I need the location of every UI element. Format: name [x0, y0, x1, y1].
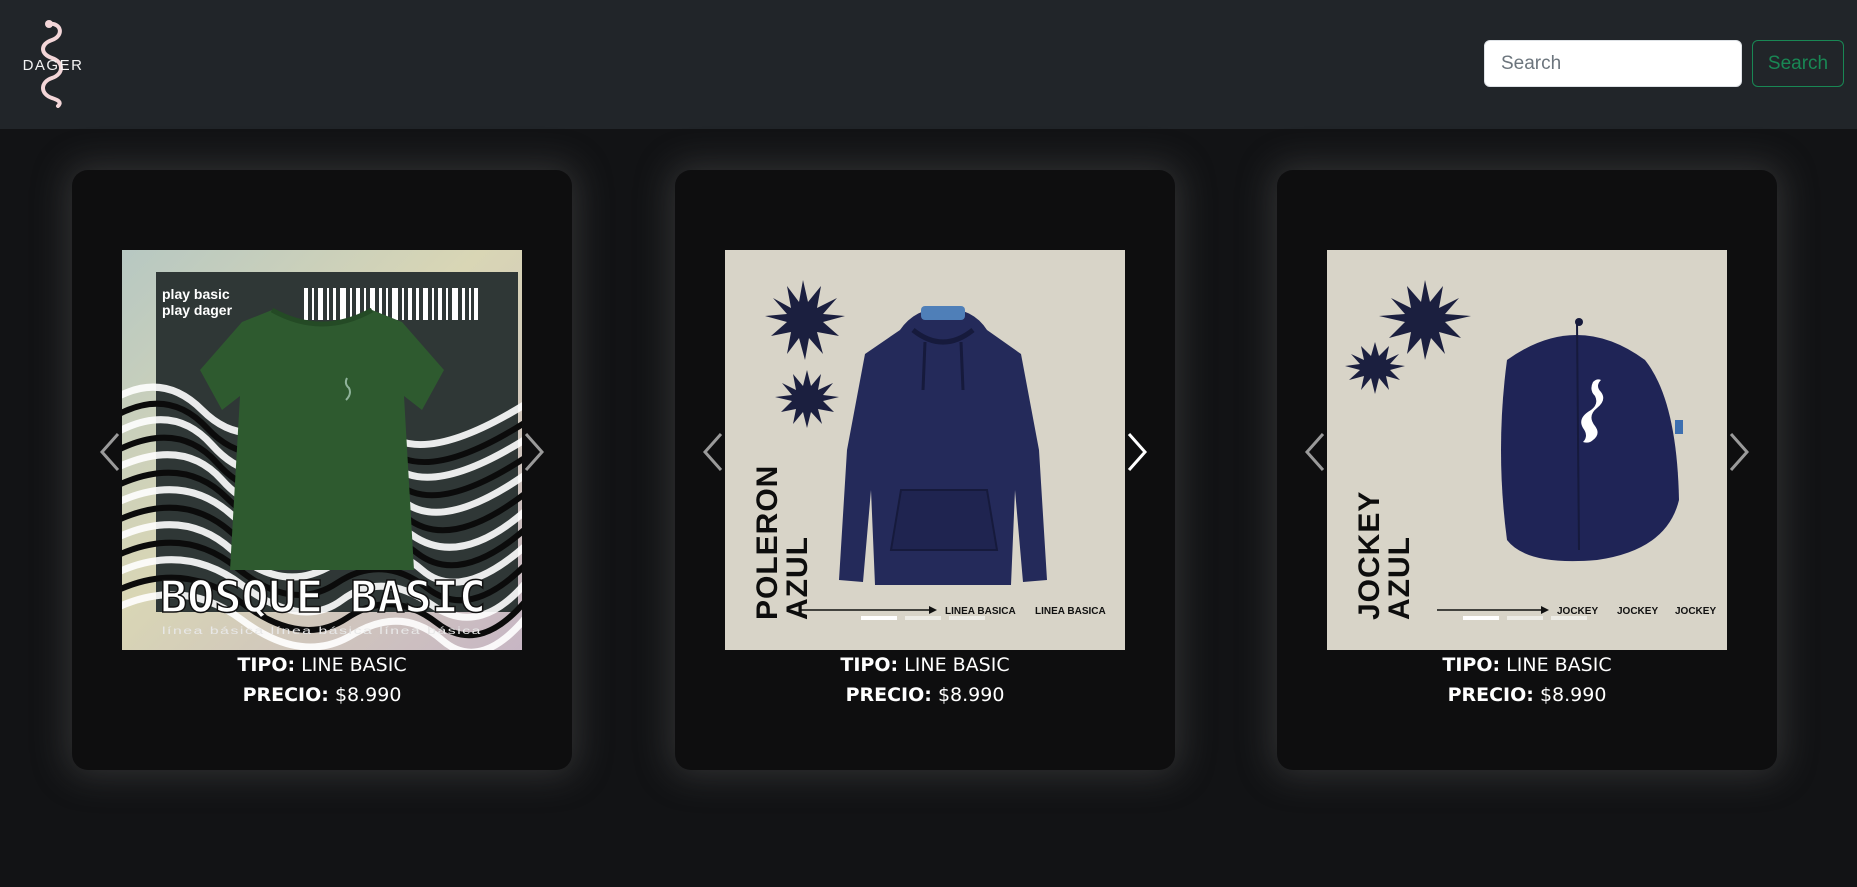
product-card-jockey: JOCKEY AZUL JOCKEY JOCKEY JOCKEY TIPO: L…: [1277, 170, 1777, 770]
product-image-navy-hoodie: POLERON AZUL LINEA BASICA LINEA BASICA: [725, 250, 1125, 650]
tipo-value: LINE BASIC: [301, 654, 407, 676]
tipo-label: TIPO:: [1442, 654, 1501, 676]
precio-label: PRECIO:: [242, 684, 329, 706]
product-carousel[interactable]: play basic play dager BOSQUE BASIC línea…: [122, 250, 522, 650]
chevron-right-icon[interactable]: [1723, 430, 1753, 474]
chevron-left-icon[interactable]: [1301, 430, 1331, 474]
image-line-2: AZUL: [781, 536, 814, 620]
precio-value: $8.990: [937, 684, 1005, 706]
precio-label: PRECIO:: [1447, 684, 1534, 706]
chevron-right-icon[interactable]: [1121, 430, 1151, 474]
image-footer-2: JOCKEY: [1617, 606, 1658, 617]
image-line-1: POLERON: [751, 465, 784, 620]
image-tagline-1: play basic: [162, 286, 230, 302]
image-line-1: JOCKEY: [1353, 491, 1386, 620]
product-price: PRECIO: $8.990: [1277, 684, 1777, 706]
product-carousel[interactable]: POLERON AZUL LINEA BASICA LINEA BASICA: [725, 250, 1125, 650]
product-price: PRECIO: $8.990: [675, 684, 1175, 706]
brand-logo[interactable]: DAGER: [18, 14, 88, 108]
image-footer-1: LINEA BASICA: [945, 606, 1016, 617]
tipo-value: LINE BASIC: [904, 654, 1010, 676]
tipo-value: LINE BASIC: [1506, 654, 1612, 676]
tipo-label: TIPO:: [840, 654, 899, 676]
chevron-left-icon[interactable]: [96, 430, 126, 474]
image-footer: línea básica línea básica línea básica: [162, 626, 482, 637]
product-card-bosque: play basic play dager BOSQUE BASIC línea…: [72, 170, 572, 770]
image-footer-3: JOCKEY: [1675, 606, 1716, 617]
precio-label: PRECIO:: [845, 684, 932, 706]
navbar: DAGER Search: [0, 0, 1857, 129]
precio-value: $8.990: [1539, 684, 1607, 706]
image-tagline-2: play dager: [162, 302, 233, 318]
image-line-2: AZUL: [1383, 536, 1416, 620]
chevron-right-icon[interactable]: [518, 430, 548, 474]
chevron-left-icon[interactable]: [699, 430, 729, 474]
logo-text: DAGER: [22, 57, 84, 74]
tipo-label: TIPO:: [237, 654, 296, 676]
image-headline: BOSQUE BASIC: [160, 572, 486, 623]
product-carousel[interactable]: JOCKEY AZUL JOCKEY JOCKEY JOCKEY: [1327, 250, 1727, 650]
search-button[interactable]: Search: [1752, 40, 1844, 87]
product-image-green-tshirt: play basic play dager BOSQUE BASIC línea…: [122, 250, 522, 650]
product-type: TIPO: LINE BASIC: [1277, 654, 1777, 676]
product-price: PRECIO: $8.990: [72, 684, 572, 706]
image-footer-2: LINEA BASICA: [1035, 606, 1106, 617]
product-image-navy-cap: JOCKEY AZUL JOCKEY JOCKEY JOCKEY: [1327, 250, 1727, 650]
product-type: TIPO: LINE BASIC: [675, 654, 1175, 676]
search-input[interactable]: [1484, 40, 1742, 87]
product-type: TIPO: LINE BASIC: [72, 654, 572, 676]
image-footer-1: JOCKEY: [1557, 606, 1598, 617]
precio-value: $8.990: [334, 684, 402, 706]
product-card-poleron: POLERON AZUL LINEA BASICA LINEA BASICA T…: [675, 170, 1175, 770]
